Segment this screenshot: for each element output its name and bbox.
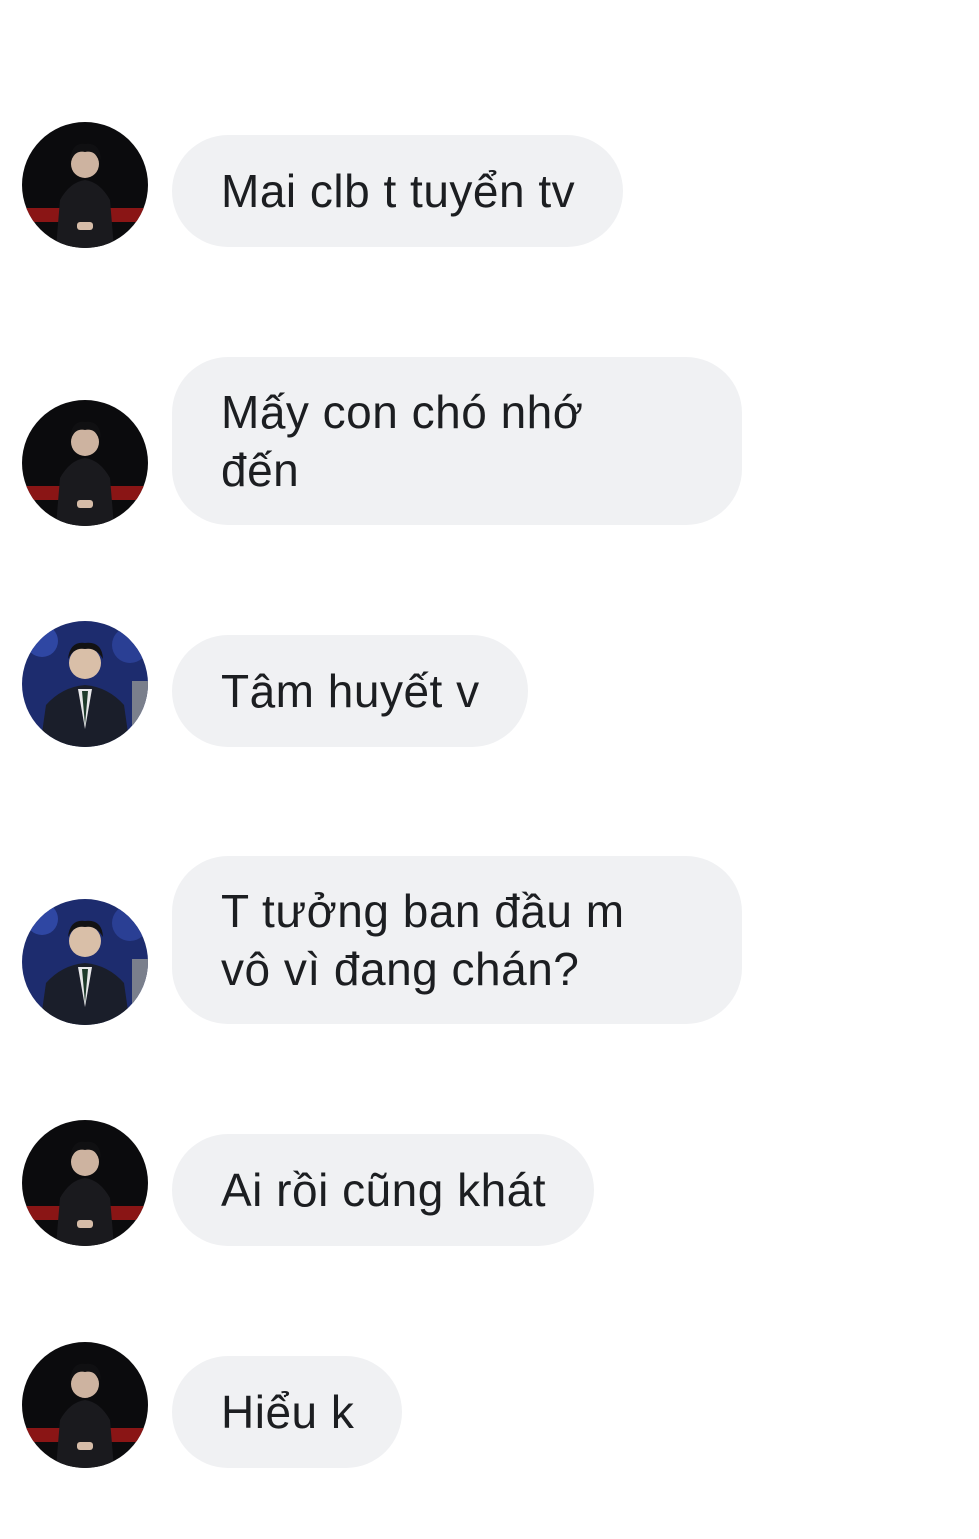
message-bubble[interactable]: Mai clb t tuyển tv bbox=[172, 135, 624, 247]
avatar[interactable] bbox=[22, 621, 148, 747]
avatar[interactable] bbox=[22, 899, 148, 1025]
message-bubble[interactable]: Hiểu k bbox=[172, 1356, 403, 1468]
avatar[interactable] bbox=[22, 122, 148, 248]
message-bubble[interactable]: Mấy con chó nhớ đến bbox=[172, 357, 742, 525]
avatar[interactable] bbox=[22, 1120, 148, 1246]
avatar[interactable] bbox=[22, 400, 148, 526]
avatar[interactable] bbox=[22, 1342, 148, 1468]
message-bubble[interactable]: Tâm huyết v bbox=[172, 635, 528, 747]
message-bubble[interactable]: Ai rồi cũng khát bbox=[172, 1134, 595, 1246]
message-bubble[interactable]: T tưởng ban đầu m vô vì đang chán? bbox=[172, 856, 742, 1024]
